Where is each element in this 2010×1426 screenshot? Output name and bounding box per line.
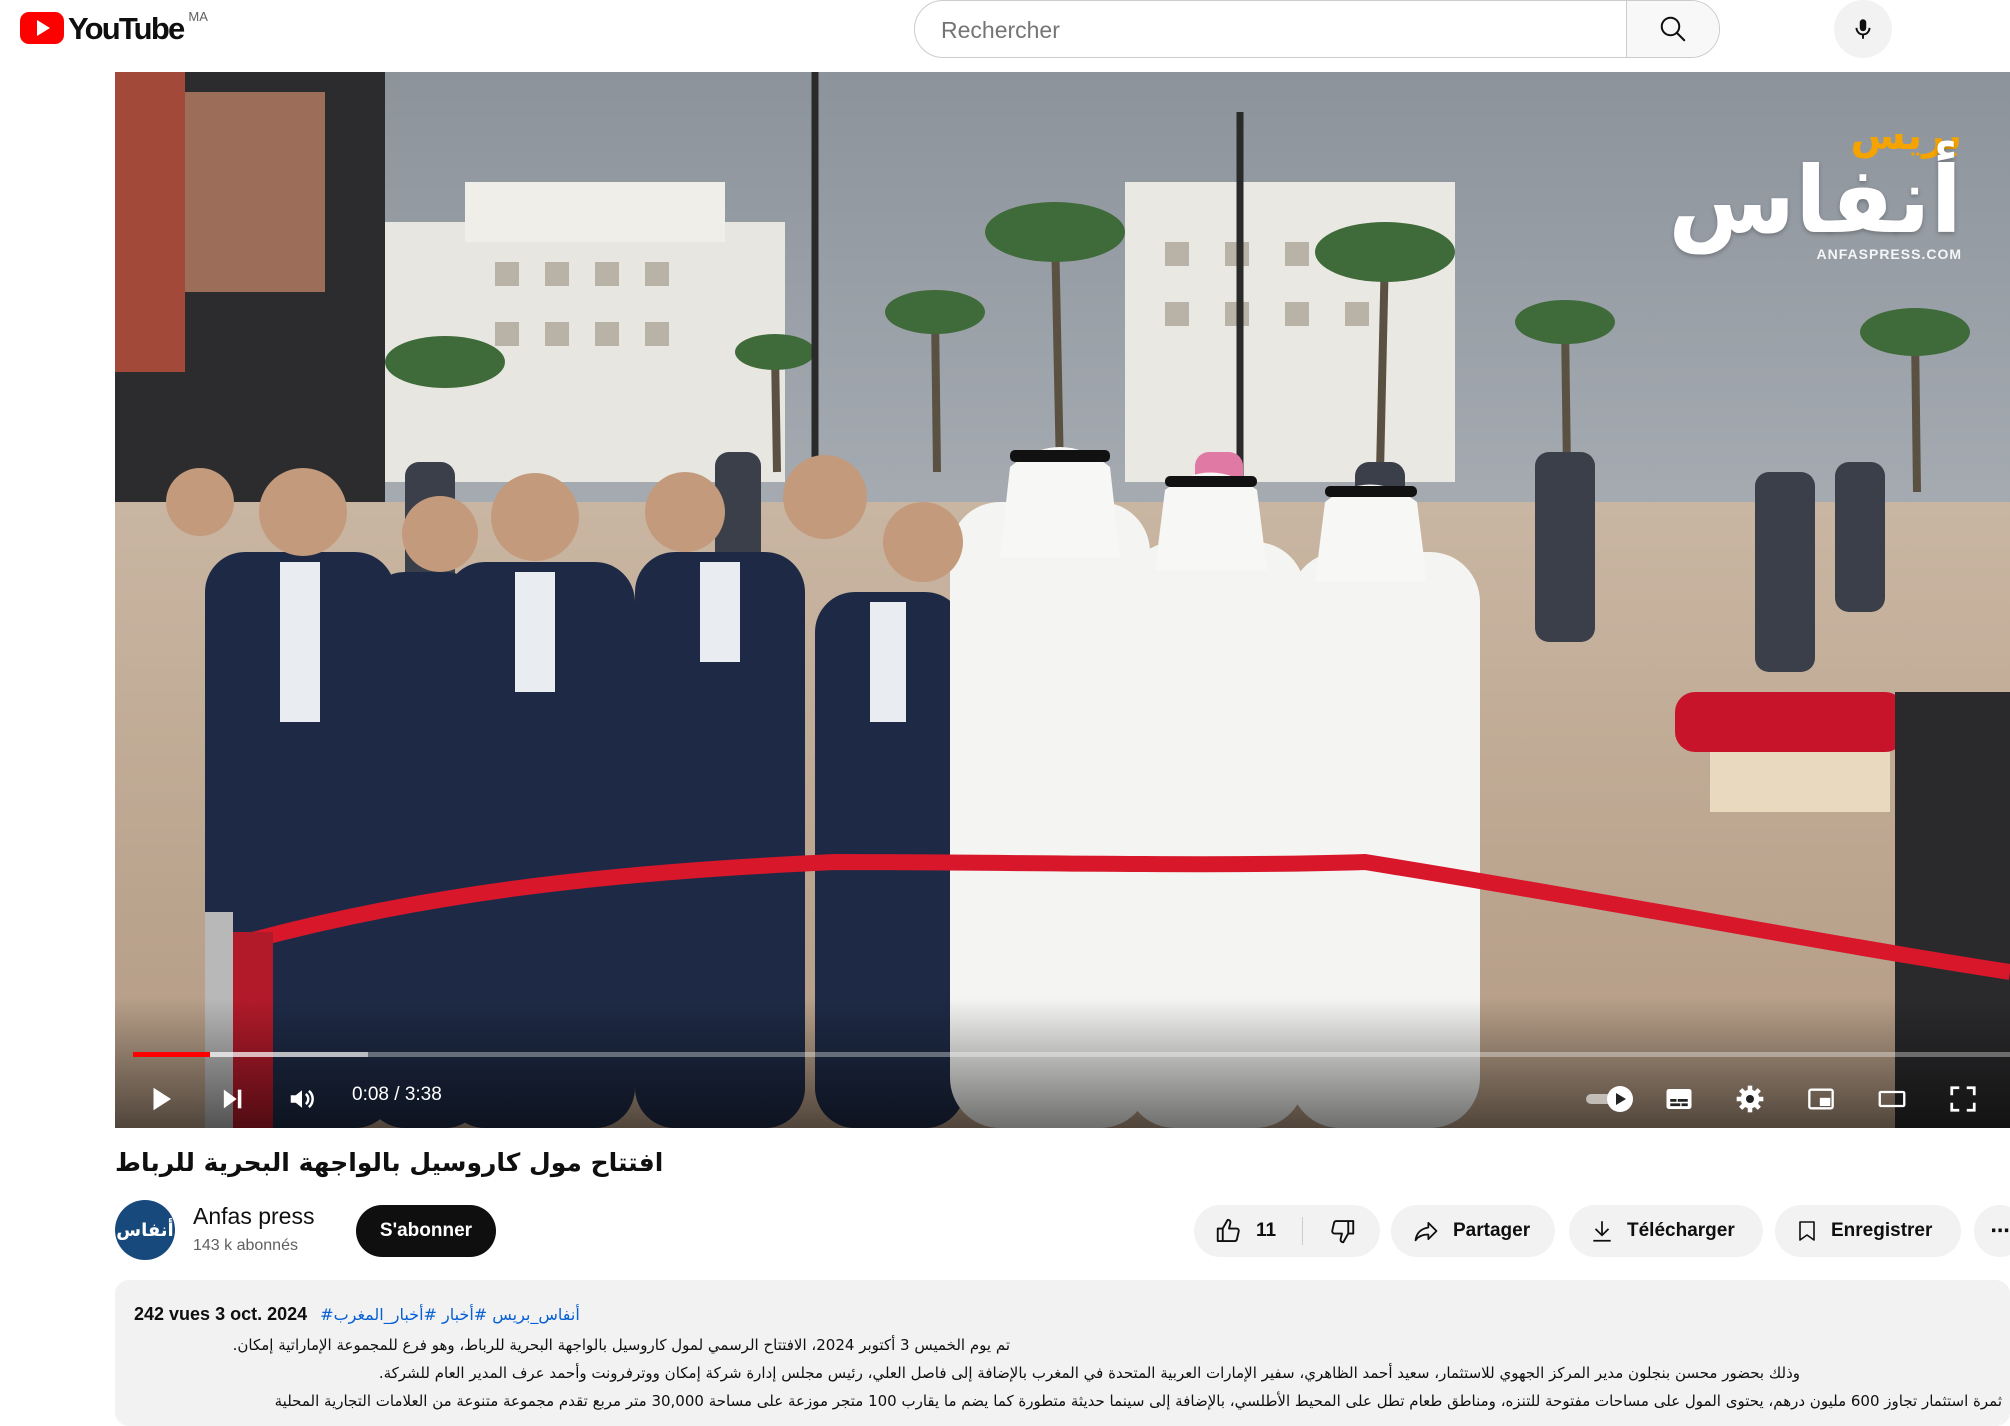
autoplay-toggle[interactable] (1582, 1077, 1638, 1121)
subtitles-icon (1666, 1089, 1692, 1109)
volume-button[interactable] (280, 1077, 324, 1121)
settings-icon (1736, 1085, 1764, 1113)
more-actions-button[interactable]: ⋯ (1974, 1205, 2010, 1257)
search-icon (1660, 16, 1686, 42)
upload-date: 3 oct. 2024 (215, 1304, 308, 1324)
description-line: وذلك بحضور محسن بنجلون مدير المركز الجهو… (378, 1364, 1800, 1382)
play-icon (153, 1087, 171, 1111)
microphone-icon (1855, 19, 1871, 39)
description-meta: 242 vues 3 oct. 2024 #أنفاس_بريس #أخبار … (134, 1304, 580, 1325)
search-button[interactable] (1626, 1, 1719, 57)
channel-watermark: بريس أنفاس ANFASPRESS.COM (1668, 116, 1962, 262)
logo-text: YouTube (68, 11, 185, 46)
save-label: Enregistrer (1831, 1220, 1933, 1241)
description-box[interactable]: 242 vues 3 oct. 2024 #أنفاس_بريس #أخبار … (115, 1280, 2010, 1426)
description-line: ثمرة استثمار تجاوز 600 مليون درهم، يحتوى… (274, 1392, 2002, 1410)
time-display: 0:08 / 3:38 (352, 1084, 442, 1105)
settings-button[interactable] (1728, 1077, 1772, 1121)
subtitles-button[interactable] (1657, 1077, 1701, 1121)
controls-gradient (115, 998, 2010, 1128)
search-box (914, 0, 1720, 58)
fullscreen-icon (1950, 1086, 1976, 1112)
channel-avatar[interactable]: أنفاس (115, 1200, 175, 1260)
autoplay-toggle-icon (1586, 1086, 1633, 1112)
next-button[interactable] (210, 1077, 254, 1121)
next-icon (223, 1089, 242, 1109)
channel-name[interactable]: Anfas press (193, 1203, 314, 1230)
hashtags[interactable]: #أنفاس_بريس #أخبار #أخبار_المغرب (320, 1305, 580, 1324)
description-line: تم يوم الخميس 3 أكتوبر 2024، الافتتاح ال… (232, 1336, 1010, 1354)
search-input[interactable] (915, 1, 1719, 57)
like-count: 11 (1256, 1220, 1277, 1241)
progress-bar[interactable] (133, 1052, 2010, 1057)
share-button[interactable]: Partager (1391, 1205, 1555, 1257)
save-button[interactable]: Enregistrer (1775, 1205, 1961, 1257)
like-dislike-group: 11 (1194, 1205, 1380, 1257)
thumbs-up-icon (1214, 1216, 1244, 1246)
download-icon (1589, 1217, 1615, 1245)
masthead: YouTube MA (0, 0, 2010, 60)
country-code: MA (188, 9, 208, 24)
fullscreen-button[interactable] (1941, 1077, 1985, 1121)
subscriber-count: 143 k abonnés (193, 1237, 298, 1254)
dislike-button[interactable] (1303, 1205, 1380, 1257)
theater-mode-button[interactable] (1870, 1077, 1914, 1121)
video-player[interactable]: بريس أنفاس ANFASPRESS.COM 0:08 / 3:38 (115, 72, 2010, 1128)
voice-search-button[interactable] (1834, 0, 1892, 58)
theater-icon (1878, 1090, 1906, 1108)
progress-played (133, 1052, 210, 1057)
miniplayer-icon (1808, 1088, 1834, 1110)
bookmark-icon (1795, 1217, 1819, 1245)
channel-avatar-text: أنفاس (116, 1219, 174, 1241)
youtube-logo[interactable]: YouTube MA (20, 9, 208, 46)
watermark-url: ANFASPRESS.COM (1816, 246, 1962, 262)
download-label: Télécharger (1627, 1220, 1735, 1241)
like-button[interactable]: 11 (1194, 1205, 1302, 1257)
youtube-play-logo-icon (20, 12, 64, 44)
volume-icon (290, 1089, 314, 1109)
subscribe-button[interactable]: S'abonner (356, 1205, 496, 1257)
video-title: افتتاح مول كاروسيل بالواجهة البحرية للرب… (115, 1148, 664, 1177)
play-button[interactable] (139, 1077, 183, 1121)
share-icon (1411, 1217, 1441, 1245)
download-button[interactable]: Télécharger (1569, 1205, 1763, 1257)
thumbs-down-icon (1330, 1220, 1354, 1244)
miniplayer-button[interactable] (1799, 1077, 1843, 1121)
view-count: 242 vues (134, 1304, 211, 1324)
watermark-big-text: أنفاس (1668, 147, 1962, 254)
share-label: Partager (1453, 1220, 1531, 1241)
